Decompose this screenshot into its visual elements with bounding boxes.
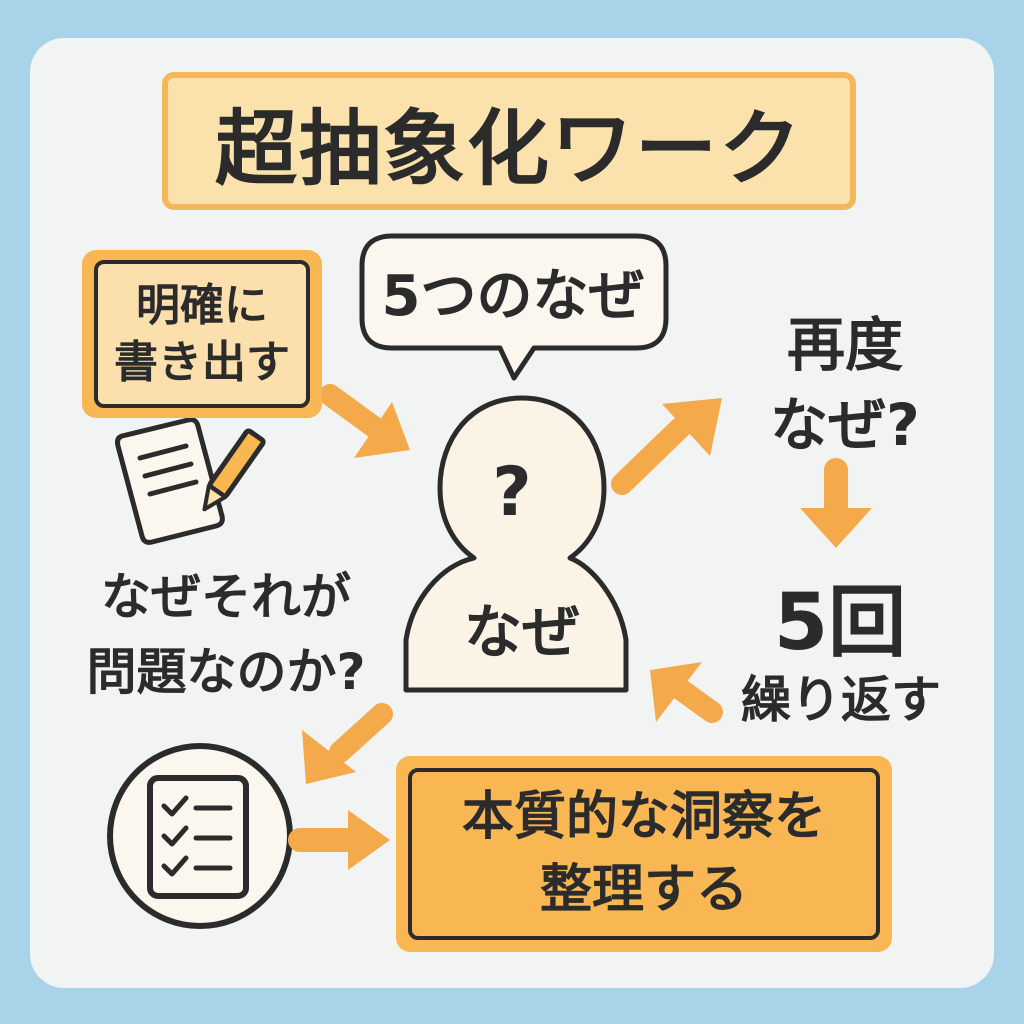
question-line-2: 問題なのか? bbox=[86, 643, 366, 701]
write-clearly-label: 明確に 書き出す bbox=[94, 260, 310, 408]
arrow-person-to-checklist bbox=[302, 703, 393, 784]
ask-again-label: 再度 なぜ? bbox=[730, 305, 960, 465]
organize-insights-box: 本質的な洞察を 整理する bbox=[396, 756, 892, 952]
why-problem-label: なぜそれが 問題なのか? bbox=[66, 560, 386, 710]
insight-line-1: 本質的な洞察を bbox=[461, 787, 826, 848]
question-line-1: なぜそれが bbox=[101, 568, 351, 626]
organize-insights-label: 本質的な洞察を 整理する bbox=[408, 768, 880, 940]
arrow-person-to-again bbox=[611, 398, 722, 495]
write-line-2: 書き出す bbox=[114, 337, 290, 388]
arrow-again-to-repeat bbox=[800, 458, 872, 548]
page-title: 超抽象化ワーク bbox=[162, 72, 856, 210]
arrow-repeat-to-person bbox=[650, 662, 723, 723]
insight-line-2: 整理する bbox=[539, 860, 748, 920]
document-pencil-icon bbox=[115, 417, 266, 545]
checklist-icon bbox=[107, 743, 293, 929]
again-line-2: なぜ? bbox=[770, 391, 920, 460]
person-why-label: なぜ bbox=[463, 598, 580, 666]
five-whys-label: 5つのなぜ bbox=[381, 263, 645, 329]
again-line-1: 再度 bbox=[786, 311, 903, 379]
write-line-1: 明確に bbox=[136, 279, 268, 331]
write-clearly-box: 明確に 書き出す bbox=[82, 250, 322, 418]
repeat-label: 繰り返す bbox=[741, 671, 941, 729]
question-mark-icon: ? bbox=[492, 453, 531, 532]
arrow-checklist-to-insight bbox=[288, 810, 390, 870]
five-times-label: 5回 bbox=[773, 578, 907, 668]
arrow-write-to-person bbox=[319, 384, 410, 458]
